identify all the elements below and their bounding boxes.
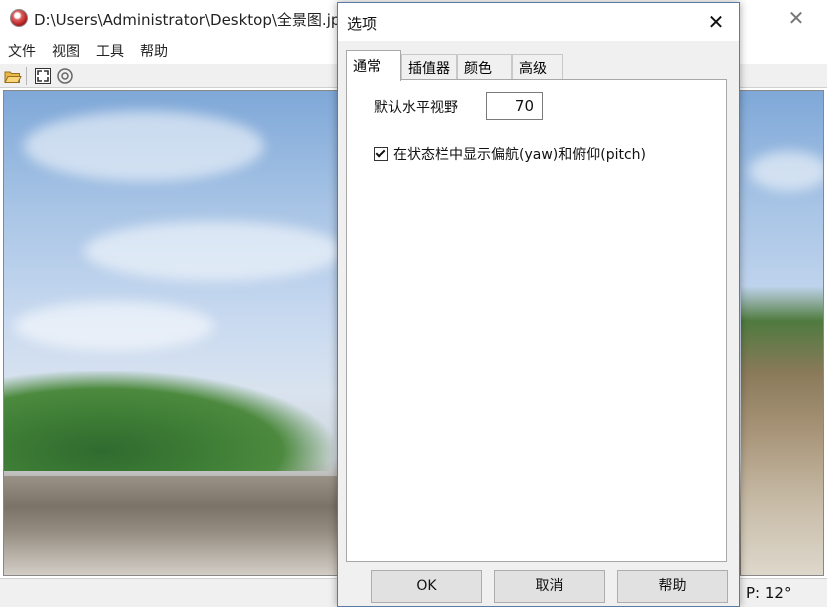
cancel-button[interactable]: 取消 (494, 570, 605, 603)
show-yaw-pitch-checkbox[interactable] (374, 147, 388, 161)
panorama-cloud (84, 221, 344, 281)
menu-tools[interactable]: 工具 (96, 41, 124, 61)
fullscreen-icon[interactable] (34, 67, 52, 85)
checkmark-icon (375, 147, 386, 158)
panorama-cloud (749, 151, 823, 191)
menu-file[interactable]: 文件 (8, 41, 36, 61)
fov-label: 默认水平视野 (374, 100, 458, 116)
ok-button[interactable]: OK (371, 570, 482, 603)
show-yaw-pitch-label[interactable]: 在状态栏中显示偏航(yaw)和俯仰(pitch) (393, 144, 646, 164)
tab-interpolator[interactable]: 插值器 (401, 54, 457, 80)
dialog-titlebar: 选项 ✕ (338, 3, 739, 41)
panorama-cloud (14, 301, 214, 351)
dialog-close-icon[interactable]: ✕ (704, 10, 728, 34)
main-window-title: D:\Users\Administrator\Desktop\全景图.jpg (34, 11, 350, 29)
panorama-cliff (741, 286, 823, 575)
tab-advanced[interactable]: 高级 (512, 54, 563, 80)
app-logo-icon (10, 9, 28, 27)
tab-color[interactable]: 颜色 (457, 54, 512, 80)
settings-circle-icon[interactable] (56, 67, 74, 85)
fov-input[interactable]: 70 (486, 92, 543, 120)
panorama-rocks (4, 476, 339, 575)
toolbar-separator (26, 67, 27, 85)
panorama-hill (4, 371, 334, 471)
panorama-cloud (24, 111, 264, 181)
general-tab-panel: 默认水平视野 70 在状态栏中显示偏航(yaw)和俯仰(pitch) (346, 79, 727, 562)
dialog-title: 选项 (347, 15, 378, 33)
menu-help[interactable]: 帮助 (140, 41, 168, 61)
main-close-icon[interactable]: ✕ (784, 6, 808, 30)
help-button[interactable]: 帮助 (617, 570, 728, 603)
menu-view[interactable]: 视图 (52, 41, 80, 61)
open-folder-icon[interactable] (4, 67, 22, 85)
status-pitch-readout: P: 12° (746, 584, 792, 602)
tab-general[interactable]: 通常 (346, 50, 401, 81)
options-dialog: 选项 ✕ 通常 插值器 颜色 高级 默认水平视野 70 在状态栏中显示偏航(ya… (337, 2, 740, 607)
